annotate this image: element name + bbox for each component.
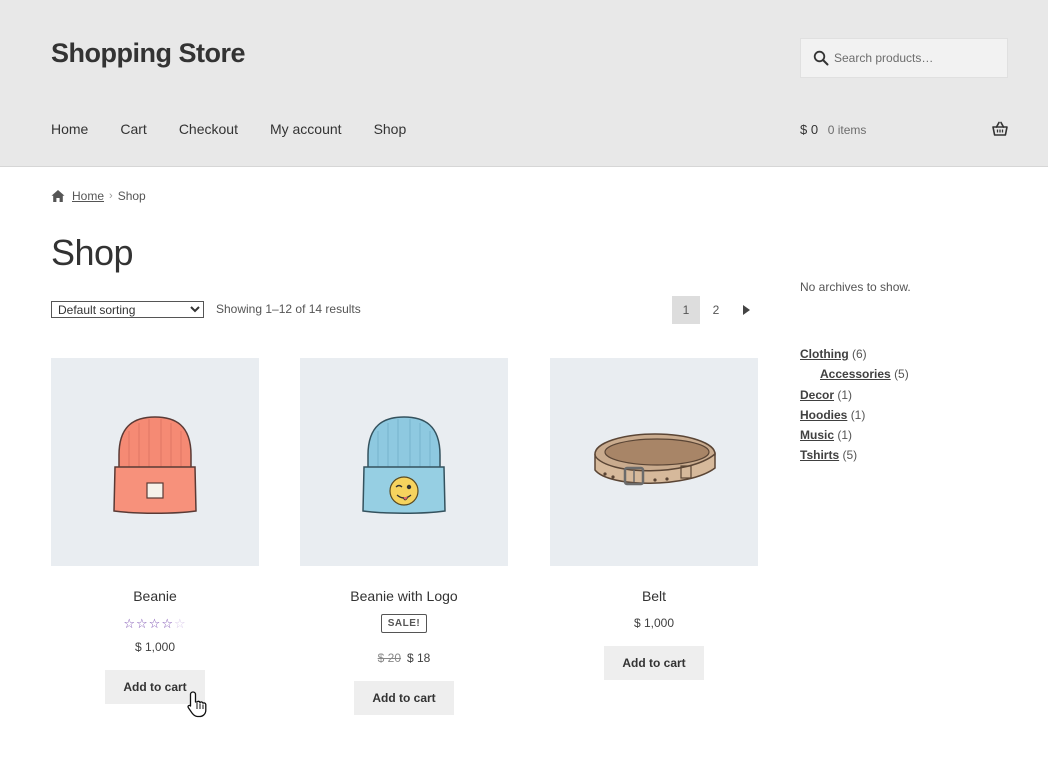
category-link-clothing[interactable]: Clothing bbox=[800, 347, 849, 361]
category-item: Hoodies (1) bbox=[800, 407, 909, 427]
pagination: 1 2 bbox=[672, 296, 762, 324]
product-title[interactable]: Belt bbox=[550, 588, 758, 604]
category-count: (5) bbox=[894, 367, 909, 382]
search-box[interactable] bbox=[800, 38, 1008, 78]
nav-cart[interactable]: Cart bbox=[120, 121, 146, 137]
cart-count: 0 items bbox=[827, 123, 867, 137]
old-price: $ 20 bbox=[377, 651, 401, 665]
result-count: Showing 1–12 of 14 results bbox=[216, 302, 361, 316]
category-link-music[interactable]: Music bbox=[800, 428, 834, 442]
product-card: Belt $ 1,000 Add to cart bbox=[550, 358, 758, 680]
cart-amount: $ 0 bbox=[800, 122, 819, 137]
site-title[interactable]: Shopping Store bbox=[51, 38, 245, 69]
product-categories: Clothing (6) Accessories (5) Decor (1) H… bbox=[800, 346, 909, 468]
product-image-blue-beanie[interactable] bbox=[300, 358, 508, 566]
category-item: Decor (1) bbox=[800, 387, 909, 407]
product-title[interactable]: Beanie with Logo bbox=[300, 588, 508, 604]
product-price: $ 1,000 bbox=[633, 616, 675, 630]
basket-icon bbox=[992, 121, 1008, 136]
header-cart-link[interactable]: $ 0 0 items bbox=[800, 121, 1008, 142]
search-input[interactable] bbox=[834, 39, 1004, 77]
category-link-decor[interactable]: Decor bbox=[800, 388, 834, 402]
category-count: (1) bbox=[837, 428, 853, 443]
category-item: Clothing (6) bbox=[800, 346, 909, 366]
product-image-belt[interactable] bbox=[550, 358, 758, 566]
sale-badge: SALE! bbox=[380, 614, 428, 633]
sort-select[interactable]: Default sorting bbox=[51, 301, 204, 318]
product-price: $ 1,000 bbox=[134, 640, 176, 654]
category-link-hoodies[interactable]: Hoodies bbox=[800, 408, 847, 422]
pointer-cursor-icon bbox=[187, 691, 207, 718]
home-icon bbox=[51, 190, 65, 202]
archives-widget-text: No archives to show. bbox=[800, 280, 911, 294]
product-title[interactable]: Beanie bbox=[51, 588, 259, 604]
orange-beanie-image bbox=[113, 416, 197, 514]
breadcrumb-current: Shop bbox=[117, 189, 146, 203]
page-2-button[interactable]: 2 bbox=[702, 296, 730, 324]
product-card: Beanie ☆☆☆☆☆ $ 1,000 Add to cart bbox=[51, 358, 259, 704]
breadcrumb-separator: › bbox=[109, 190, 113, 202]
category-link-tshirts[interactable]: Tshirts bbox=[800, 448, 839, 462]
category-count: (1) bbox=[850, 407, 866, 422]
add-to-cart-button[interactable]: Add to cart bbox=[354, 681, 454, 715]
nav-my-account[interactable]: My account bbox=[270, 121, 342, 137]
category-item: Accessories (5) bbox=[800, 366, 909, 386]
search-icon bbox=[813, 50, 829, 66]
next-page-button[interactable] bbox=[732, 296, 760, 324]
breadcrumb: Home › Shop bbox=[51, 189, 146, 203]
nav-checkout[interactable]: Checkout bbox=[179, 121, 238, 137]
product-image-orange-beanie[interactable] bbox=[51, 358, 259, 566]
category-count: (6) bbox=[852, 347, 867, 361]
category-link-accessories[interactable]: Accessories bbox=[820, 367, 891, 381]
blue-beanie-image bbox=[362, 416, 446, 514]
sale-price: $ 18 bbox=[407, 651, 431, 665]
product-rating: ☆☆☆☆☆ bbox=[51, 616, 259, 632]
category-count: (5) bbox=[842, 448, 858, 463]
nav-home[interactable]: Home bbox=[51, 121, 88, 137]
category-count: (1) bbox=[837, 387, 853, 402]
product-card: Beanie with Logo SALE! $ 20 $ 18 Add to c… bbox=[300, 358, 508, 715]
main-navigation: Home Cart Checkout My account Shop bbox=[51, 121, 438, 137]
star-rating-empty-icon: ☆ bbox=[173, 616, 187, 631]
category-item: Music (1) bbox=[800, 427, 909, 447]
belt-image bbox=[594, 433, 716, 486]
page-1-button[interactable]: 1 bbox=[672, 296, 700, 324]
add-to-cart-button[interactable]: Add to cart bbox=[604, 646, 704, 680]
page-title: Shop bbox=[51, 232, 134, 273]
star-rating-icon: ☆☆☆☆ bbox=[123, 616, 174, 631]
site-header: Shopping Store Home Cart Checkout My acc… bbox=[0, 0, 1048, 167]
category-item: Tshirts (5) bbox=[800, 447, 909, 467]
product-price: $ 20 $ 18 bbox=[300, 651, 508, 665]
next-page-icon bbox=[742, 305, 750, 315]
nav-shop[interactable]: Shop bbox=[374, 121, 407, 137]
breadcrumb-home-link[interactable]: Home bbox=[72, 189, 104, 203]
